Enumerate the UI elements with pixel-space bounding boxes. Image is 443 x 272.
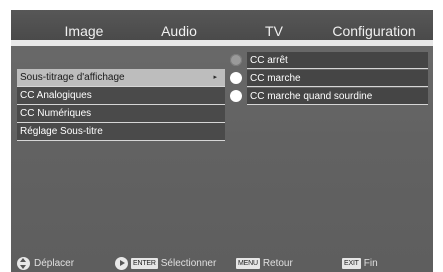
hint-back-label: Retour (262, 257, 293, 269)
top-menu-bar: Image Audio TV Configuration (11, 10, 433, 40)
tab-image[interactable]: Image (65, 23, 104, 39)
submenu-arrow-icon: ▸ (213, 74, 217, 81)
menu-item-label: CC Numériques (20, 108, 92, 119)
radio-icon[interactable] (230, 72, 242, 84)
hint-select: ENTER Sélectionner (115, 256, 216, 270)
hint-move: Déplacer (17, 256, 74, 270)
menu-divider (11, 40, 433, 46)
exit-key-icon: EXIT (342, 257, 361, 269)
tv-menu-screen: Image Audio TV Configuration Sous-titrag… (11, 10, 433, 272)
radio-icon[interactable] (230, 90, 242, 102)
option-cc-marche-sourdine[interactable]: CC marche quand sourdine (230, 88, 428, 105)
option-label: CC marche quand sourdine (247, 88, 428, 105)
hint-exit-label: Fin (363, 257, 378, 269)
play-icon (115, 256, 128, 270)
hint-move-label: Déplacer (34, 257, 75, 269)
menu-item-sous-titrage[interactable]: Sous-titrage d'affichage ▸ (17, 69, 225, 87)
option-cc-marche[interactable]: CC marche (230, 70, 428, 87)
up-down-nav-icon (17, 256, 30, 270)
menu-item-label: Sous-titrage d'affichage (20, 72, 125, 83)
hint-back: MENU Retour (236, 256, 293, 270)
help-bar: Déplacer ENTER Sélectionner MENU Retour … (11, 254, 433, 272)
settings-list: Sous-titrage d'affichage ▸ CC Analogique… (17, 69, 225, 141)
tab-configuration[interactable]: Configuration (332, 23, 415, 39)
tab-audio[interactable]: Audio (161, 23, 197, 39)
menu-item-cc-analogiques[interactable]: CC Analogiques (17, 87, 225, 105)
menu-key-icon: MENU (236, 257, 260, 269)
hint-exit: EXIT Fin (342, 256, 378, 270)
enter-key-icon: ENTER (131, 257, 158, 269)
option-label: CC marche (247, 70, 428, 87)
tab-tv[interactable]: TV (265, 23, 283, 39)
menu-item-label: Réglage Sous-titre (20, 126, 103, 137)
option-label: CC arrêt (247, 52, 428, 69)
menu-item-reglage-sous-titre[interactable]: Réglage Sous-titre (17, 123, 225, 141)
radio-checked-icon[interactable] (230, 54, 242, 66)
caption-options: CC arrêt CC marche CC marche quand sourd… (230, 52, 428, 106)
menu-item-cc-numeriques[interactable]: CC Numériques (17, 105, 225, 123)
hint-select-label: Sélectionner (160, 257, 217, 269)
option-cc-arret[interactable]: CC arrêt (230, 52, 428, 69)
menu-item-label: CC Analogiques (20, 90, 92, 101)
